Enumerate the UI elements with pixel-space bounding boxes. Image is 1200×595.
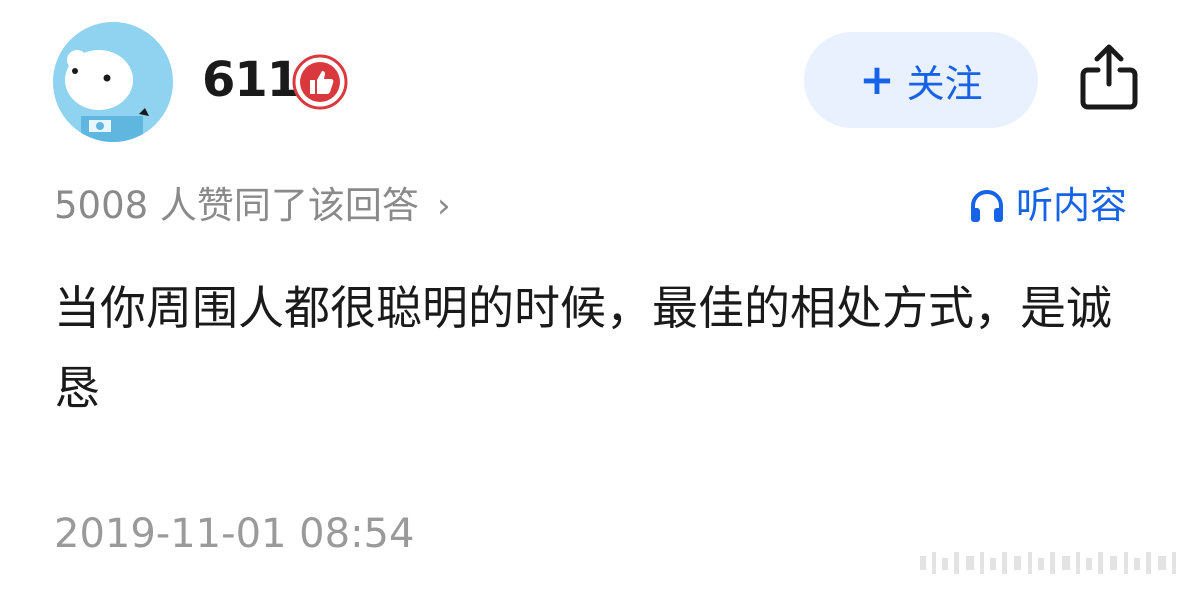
author-name[interactable]: 611: [202, 50, 300, 110]
bear-avatar-icon: [53, 22, 173, 142]
answer-text[interactable]: 当你周围人都很聪明的时候，最佳的相处方式，是诚恳: [54, 268, 1134, 428]
plus-icon: +: [859, 55, 895, 104]
upvote-count-text: 5008 人赞同了该回答: [54, 184, 419, 227]
follow-button[interactable]: + 关注: [804, 32, 1038, 128]
listen-content-button[interactable]: 听内容: [968, 180, 1127, 232]
thumbs-up-badge-icon: [292, 54, 348, 110]
watermark-decoration: [920, 552, 1176, 574]
author-avatar[interactable]: [53, 22, 173, 142]
follow-label: 关注: [906, 61, 983, 106]
upvote-count-link[interactable]: 5008 人赞同了该回答 ›: [54, 180, 451, 232]
listen-label: 听内容: [1016, 184, 1127, 227]
chevron-right-icon: ›: [436, 186, 451, 226]
headphones-icon: [971, 189, 1003, 222]
share-icon[interactable]: [1078, 42, 1140, 112]
post-timestamp: 2019-11-01 08:54: [54, 511, 415, 557]
